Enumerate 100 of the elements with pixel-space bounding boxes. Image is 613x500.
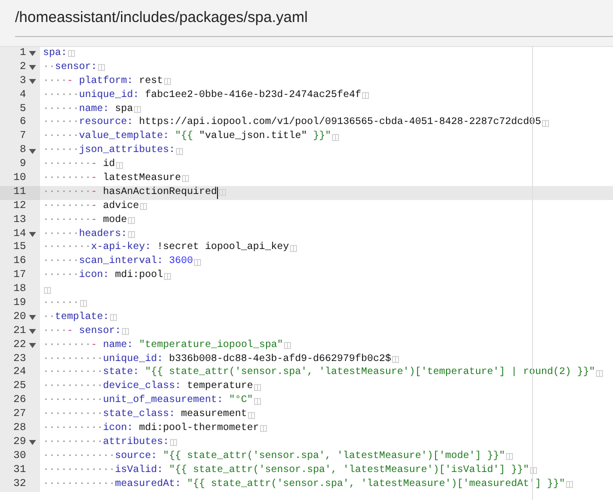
code-editor[interactable] (0, 47, 613, 500)
eol-marker-icon (170, 439, 178, 446)
line-number: 3 (20, 74, 26, 89)
line-number: 31 (13, 464, 26, 478)
code-line: ······resource: https://api.iopool.com/v1/pool/09136565-cbda-4051-8428-2287c72dcd05 (43, 116, 542, 130)
eol-marker-icon (248, 412, 256, 419)
line-number: 1 (20, 47, 26, 61)
line-number: 25 (13, 380, 26, 394)
code-line: ········- advice (43, 200, 140, 214)
code-line: ····- sensor: (43, 324, 122, 339)
line-number: 10 (13, 172, 26, 186)
line-number: 26 (13, 394, 26, 408)
code-line: ··········state_class: measurement (43, 408, 248, 422)
code-line: ··········device_class: temperature (43, 380, 254, 394)
eol-marker-icon (164, 78, 172, 86)
eol-marker-icon (44, 286, 51, 294)
code-line: ······icon: mdi:pool (43, 269, 164, 284)
line-number: 21 (13, 324, 26, 339)
eol-marker-icon (110, 314, 118, 322)
code-line: ······value_template: "{{ "value_json.title" }}" (43, 130, 332, 144)
line-number: 16 (13, 255, 26, 270)
fold-arrow-icon[interactable] (29, 148, 36, 154)
eol-marker-icon (128, 217, 136, 224)
eol-marker-icon (332, 134, 340, 141)
eol-marker-icon (254, 398, 262, 405)
code-line: ······ (43, 297, 80, 311)
fold-arrow-icon[interactable] (29, 79, 36, 84)
eol-marker-icon (596, 370, 604, 377)
code-line: ····- platform: rest (43, 74, 164, 89)
fold-arrow-icon[interactable] (29, 440, 36, 446)
line-number: 15 (13, 241, 26, 256)
code-line: ······scan_interval: 3600 (43, 255, 194, 270)
fold-arrow-icon[interactable] (29, 65, 36, 70)
eol-marker-icon (392, 356, 400, 364)
line-number: 6 (20, 116, 26, 130)
eol-marker-icon (254, 384, 262, 391)
code-line: ··········unit_of_measurement: "°C" (43, 394, 254, 408)
line-number: 7 (20, 130, 26, 144)
eol-marker-icon (128, 231, 136, 238)
eol-marker-icon (134, 106, 142, 113)
line-number: 4 (20, 88, 26, 103)
fold-arrow-icon[interactable] (29, 232, 36, 238)
fold-arrow-icon[interactable] (29, 315, 36, 320)
eol-marker-icon (140, 203, 148, 210)
eol-marker-icon (542, 120, 550, 127)
line-number: 30 (13, 450, 26, 464)
code-line: ··sensor: (43, 60, 98, 75)
eol-marker-icon (116, 162, 124, 169)
line-number: 12 (13, 200, 26, 214)
line-number: 5 (20, 102, 26, 116)
code-line: ······headers: (43, 228, 128, 242)
eol-marker-icon (290, 244, 298, 252)
file-path: /homeassistant/includes/packages/spa.yaml (15, 9, 308, 26)
eol-marker-icon (122, 328, 130, 336)
eol-marker-icon (164, 272, 172, 280)
code-line: ··········state: "{{ state_attr('sensor.spa', 'latestMeasure')['temperature'] | round(2) }}" (43, 366, 596, 380)
code-line: ······unique_id: fabc1ee2-0bbe-416e-b23d-2474ac25fe4f (43, 88, 362, 103)
code-line: ············source: "{{ state_attr('sensor.spa', 'latestMeasure')['mode'] }}" (43, 450, 506, 464)
line-number: 19 (13, 297, 26, 311)
code-line: ··········icon: mdi:pool-thermometer (43, 422, 260, 436)
line-number: 20 (13, 310, 26, 325)
code-line: ··········unique_id: b336b008-dc88-4e3b-afd9-d662979fb0c2$ (43, 352, 392, 366)
code-line: ······json_attributes: (43, 144, 176, 158)
eol-marker-icon (98, 64, 106, 72)
code-line: ········- name: "temperature_iopool_spa" (43, 338, 284, 353)
line-number: 32 (13, 478, 26, 492)
line-number: 13 (13, 214, 26, 228)
eol-marker-icon (182, 175, 190, 182)
eol-marker-icon (260, 425, 268, 432)
line-number: 18 (13, 283, 26, 298)
eol-marker-icon (362, 92, 370, 100)
code-line: ········- latestMeasure (43, 172, 182, 186)
code-line: spa: (43, 47, 68, 61)
code-line: ············measuredAt: "{{ state_attr('sensor.spa', 'latestMeasure')['measuredAt'] }}" (43, 478, 566, 492)
line-number: 22 (13, 338, 26, 353)
code-line: ······name: spa (43, 102, 134, 116)
eol-marker-icon (284, 342, 292, 350)
fold-arrow-icon[interactable] (29, 343, 36, 348)
fold-arrow-icon[interactable] (29, 51, 36, 56)
eol-marker-icon (566, 481, 574, 488)
line-number: 14 (13, 228, 26, 242)
eol-marker-icon (530, 467, 538, 474)
fold-arrow-icon[interactable] (29, 329, 36, 334)
line-number: 28 (13, 422, 26, 436)
line-number: 2 (20, 60, 26, 75)
line-number: 11 (13, 186, 26, 200)
line-number: 9 (20, 158, 26, 172)
eol-marker-icon (194, 258, 202, 266)
line-number: 27 (13, 408, 26, 422)
eol-marker-icon (219, 189, 226, 196)
line-number: 8 (20, 144, 26, 158)
eol-marker-icon (68, 50, 76, 58)
eol-marker-icon (176, 148, 184, 155)
eol-marker-icon (506, 453, 514, 460)
code-line: ············isValid: "{{ state_attr('sensor.spa', 'latestMeasure')['isValid'] }}" (43, 464, 530, 478)
code-line: ········- mode (43, 214, 128, 228)
line-number: 23 (13, 352, 26, 366)
line-number: 29 (13, 436, 26, 450)
code-line: ··········attributes: (43, 436, 170, 450)
code-line: ··template: (43, 310, 110, 325)
